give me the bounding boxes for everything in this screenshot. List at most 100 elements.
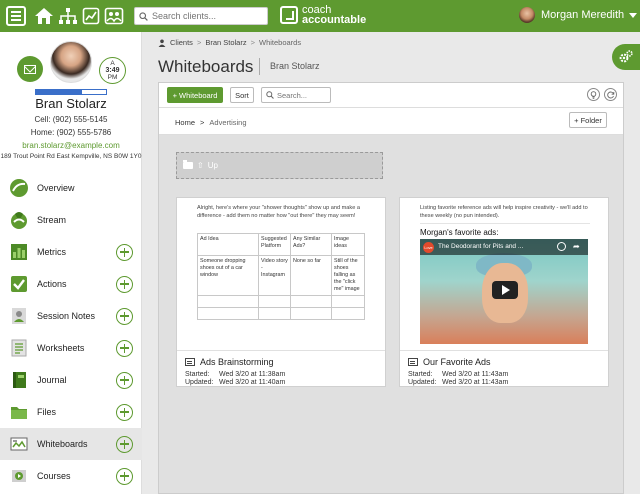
- whiteboard-card[interactable]: Alright, here's where your "shower thoug…: [176, 197, 386, 387]
- breadcrumb-clients[interactable]: Clients: [170, 38, 193, 47]
- add-whiteboard-button[interactable]: + Whiteboard: [167, 87, 223, 103]
- table-header-cell: Any Similar Ads?: [290, 233, 332, 256]
- whiteboard-search[interactable]: [261, 87, 331, 103]
- table-cell: [258, 307, 291, 320]
- add-session-notes-button[interactable]: [116, 307, 133, 325]
- table-cell: Video story - Instagram: [258, 255, 291, 296]
- search-icon: [266, 91, 274, 99]
- progress-bar: [35, 89, 107, 95]
- time-value: 3:49: [105, 67, 120, 74]
- lightbulb-icon: [590, 90, 597, 99]
- table-cell: Someone dropping shoes out of a car wind…: [197, 255, 259, 296]
- card-started: Started: Wed 3/20 at 11:43am: [408, 371, 508, 378]
- whiteboard-card[interactable]: Listing favorite reference ads will help…: [399, 197, 609, 387]
- envelope-icon: [24, 64, 36, 74]
- client-home: Home: (902) 555-5786: [30, 128, 112, 137]
- add-metrics-button[interactable]: [116, 243, 133, 261]
- chart-icon[interactable]: [80, 5, 102, 27]
- whiteboard-icon: [185, 358, 195, 366]
- watch-later-icon[interactable]: [557, 242, 566, 251]
- table-cell: None so far: [290, 255, 332, 296]
- refresh-button[interactable]: [604, 88, 617, 101]
- sidebar-item-label: Actions: [37, 279, 67, 289]
- actions-icon: [8, 273, 30, 295]
- share-icon[interactable]: ➦: [573, 242, 580, 251]
- breadcrumb-client[interactable]: Bran Stolarz: [205, 38, 246, 47]
- user-avatar: [519, 7, 535, 23]
- client-search[interactable]: [134, 7, 268, 25]
- updated-label: Updated:: [185, 379, 214, 386]
- local-time-badge: A 3:49 PM: [99, 57, 126, 84]
- table-row: [197, 295, 365, 308]
- whiteboards-icon: [8, 433, 30, 455]
- group-icon[interactable]: [103, 5, 125, 27]
- sidebar-item-session-notes[interactable]: Session Notes: [0, 300, 142, 332]
- overview-icon: [8, 177, 30, 199]
- channel-logo[interactable]: Love: [423, 242, 434, 253]
- menu-icon[interactable]: [6, 6, 26, 26]
- user-menu[interactable]: Morgan Meredith: [519, 7, 638, 23]
- mail-button[interactable]: [17, 56, 43, 82]
- card-updated: Updated: Wed 3/20 at 11:43am: [408, 379, 508, 386]
- breadcrumb-sep: >: [196, 38, 202, 47]
- video-player[interactable]: Love The Deodorant for Pits and ... ➦: [420, 239, 588, 344]
- folder-up-button[interactable]: ⇧ Up: [176, 152, 383, 179]
- whiteboard-search-input[interactable]: [277, 90, 327, 100]
- title-divider: [259, 58, 260, 75]
- folder-home-link[interactable]: Home: [175, 118, 195, 127]
- table-header-cell: Image ideas: [331, 233, 365, 256]
- add-courses-button[interactable]: [116, 467, 133, 485]
- client-email[interactable]: bran.stolarz@example.com: [0, 141, 142, 150]
- tips-button[interactable]: [587, 88, 600, 101]
- sidebar-item-whiteboards[interactable]: Whiteboards: [0, 428, 142, 460]
- play-button[interactable]: [492, 281, 518, 299]
- logo[interactable]: coach accountable: [280, 5, 366, 26]
- page-subtitle: Bran Stolarz: [270, 61, 320, 71]
- add-files-button[interactable]: [116, 403, 133, 421]
- settings-button[interactable]: [612, 44, 640, 70]
- add-journal-button[interactable]: [116, 371, 133, 389]
- card-title[interactable]: Ads Brainstorming: [200, 357, 274, 367]
- table-cell: [331, 307, 365, 320]
- metrics-icon: [8, 241, 30, 263]
- client-profile: A 3:49 PM Bran Stolarz Cell: (902) 555-5…: [0, 32, 141, 170]
- card-title[interactable]: Our Favorite Ads: [423, 357, 491, 367]
- home-icon[interactable]: [33, 5, 55, 27]
- org-chart-icon[interactable]: [57, 5, 79, 27]
- progress-fill: [36, 90, 82, 94]
- up-arrow-icon: ⇧: [197, 161, 204, 170]
- sidebar-item-files[interactable]: Files: [0, 396, 142, 428]
- sidebar-item-actions[interactable]: Actions: [0, 268, 142, 300]
- add-whiteboards-button[interactable]: [116, 435, 133, 453]
- card-heading: Morgan's favorite ads:: [420, 228, 499, 237]
- sidebar-item-courses[interactable]: Courses: [0, 460, 142, 492]
- worksheets-icon: [8, 337, 30, 359]
- whiteboard-icon: [408, 358, 418, 366]
- sidebar-item-worksheets[interactable]: Worksheets: [0, 332, 142, 364]
- add-actions-button[interactable]: [116, 275, 133, 293]
- logo-icon: [280, 6, 298, 24]
- client-name: Bran Stolarz: [35, 96, 107, 111]
- sidebar-item-label: Journal: [37, 375, 67, 385]
- sidebar-item-journal[interactable]: Journal: [0, 364, 142, 396]
- video-title[interactable]: The Deodorant for Pits and ...: [438, 243, 548, 250]
- client-search-input[interactable]: [152, 11, 262, 21]
- card-updated: Updated: Wed 3/20 at 11:40am: [185, 379, 285, 386]
- sidebar-item-stream[interactable]: Stream: [0, 204, 142, 236]
- sidebar-item-metrics[interactable]: Metrics: [0, 236, 142, 268]
- breadcrumb-sep: >: [250, 38, 255, 47]
- table-cell: [197, 307, 259, 320]
- add-worksheets-button[interactable]: [116, 339, 133, 357]
- toolbar-divider: [159, 107, 623, 108]
- add-folder-button[interactable]: + Folder: [569, 112, 607, 128]
- time-period: PM: [107, 74, 118, 81]
- sidebar-item-overview[interactable]: Overview: [0, 172, 142, 204]
- started-value: Wed 3/20 at 11:38am: [219, 371, 286, 378]
- client-avatar: [50, 41, 92, 83]
- sort-button[interactable]: Sort: [230, 87, 254, 103]
- files-icon: [8, 401, 30, 423]
- folder-icon: [183, 160, 193, 169]
- folder-breadcrumb: Home > Advertising: [175, 118, 247, 127]
- card-footer: Ads Brainstorming Started: Wed 3/20 at 11…: [177, 350, 385, 387]
- table-cell: [258, 295, 291, 308]
